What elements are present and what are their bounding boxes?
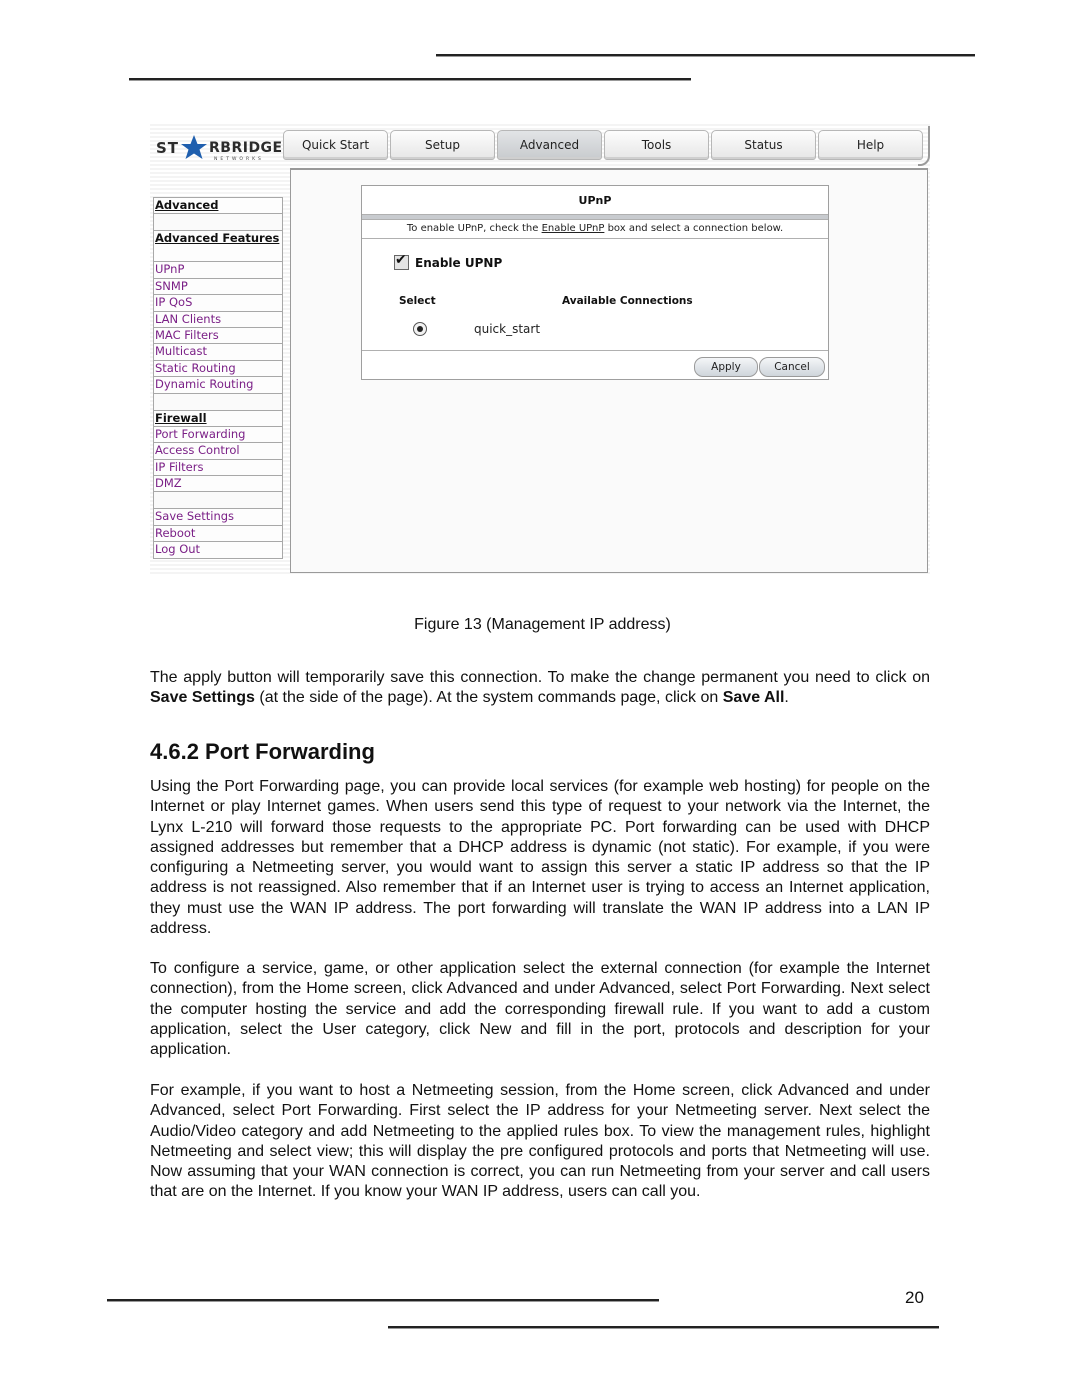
sidebar-item-access-control[interactable]: Access Control bbox=[153, 442, 283, 459]
bold-save-settings: Save Settings bbox=[150, 689, 255, 707]
sidebar-nav: Advanced Advanced Features UPnP SNMP IP … bbox=[153, 197, 283, 559]
svg-text:ST: ST bbox=[156, 139, 179, 157]
sidebar-item-ip-qos[interactable]: IP QoS bbox=[153, 294, 283, 311]
content-frame: UPnP To enable UPnP, check the Enable UP… bbox=[290, 168, 928, 573]
tab-setup[interactable]: Setup bbox=[390, 130, 495, 160]
section-heading: 4.6.2 Port Forwarding bbox=[150, 739, 375, 764]
footer-rule-top bbox=[107, 1299, 659, 1302]
cancel-button[interactable]: Cancel bbox=[759, 357, 825, 377]
enable-upnp-label: Enable UPNP bbox=[415, 255, 503, 270]
sidebar-item-lan-clients[interactable]: LAN Clients bbox=[153, 310, 283, 327]
sidebar-spacer bbox=[153, 392, 283, 410]
sidebar-heading-advanced[interactable]: Advanced bbox=[153, 197, 283, 214]
tab-advanced[interactable]: Advanced bbox=[497, 130, 602, 160]
router-ui-figure: ST RBRIDGE NETWORKS Quick Start Setup Ad… bbox=[150, 124, 930, 574]
sidebar-spacer bbox=[153, 213, 283, 231]
main-nav-tabs: Quick Start Setup Advanced Tools Status … bbox=[283, 130, 923, 160]
text-run: . bbox=[784, 689, 789, 707]
panel-footer: Apply Cancel bbox=[362, 350, 828, 379]
connection-radio[interactable] bbox=[413, 322, 427, 336]
paragraph-apply-note: The apply button will temporarily save t… bbox=[150, 668, 930, 709]
upnp-panel: UPnP To enable UPnP, check the Enable UP… bbox=[361, 185, 829, 380]
sidebar-item-dmz[interactable]: DMZ bbox=[153, 475, 283, 492]
tab-help[interactable]: Help bbox=[818, 130, 923, 160]
connection-name: quick_start bbox=[474, 322, 541, 336]
column-header-available-connections: Available Connections bbox=[562, 295, 693, 307]
sidebar-item-snmp[interactable]: SNMP bbox=[153, 277, 283, 295]
sidebar-item-reboot[interactable]: Reboot bbox=[153, 524, 283, 542]
page-number: 20 bbox=[905, 1288, 924, 1307]
sidebar-item-log-out[interactable]: Log Out bbox=[153, 541, 283, 559]
sidebar-heading-advanced-features[interactable]: Advanced Features bbox=[153, 230, 283, 262]
text-run: The apply button will temporarily save t… bbox=[150, 669, 930, 686]
panel-hint: To enable UPnP, check the Enable UPnP bo… bbox=[362, 220, 828, 239]
bold-save-all: Save All bbox=[722, 689, 785, 707]
sidebar-item-upnp[interactable]: UPnP bbox=[153, 261, 283, 278]
paragraph-port-forwarding-intro: Using the Port Forwarding page, you can … bbox=[150, 778, 930, 938]
column-header-select: Select bbox=[399, 295, 436, 307]
sidebar-item-port-forwarding[interactable]: Port Forwarding bbox=[153, 425, 283, 443]
svg-text:NETWORKS: NETWORKS bbox=[214, 156, 264, 162]
enable-upnp-link[interactable]: Enable UPnP bbox=[542, 223, 605, 234]
header-rule-top bbox=[436, 54, 975, 57]
enable-upnp-row: Enable UPNP bbox=[394, 252, 503, 270]
hint-text-before: To enable UPnP, check the bbox=[406, 223, 542, 234]
hint-text-after: box and select a connection below. bbox=[604, 223, 784, 234]
sidebar-item-multicast[interactable]: Multicast bbox=[153, 343, 283, 360]
sidebar-item-dynamic-routing[interactable]: Dynamic Routing bbox=[153, 376, 283, 393]
tab-quick-start[interactable]: Quick Start bbox=[283, 130, 388, 160]
header-rule-bottom bbox=[129, 78, 691, 81]
sidebar-item-ip-filters[interactable]: IP Filters bbox=[153, 458, 283, 476]
footer-rule-bottom bbox=[388, 1326, 939, 1329]
paragraph-configure-service: To configure a service, game, or other a… bbox=[150, 960, 930, 1059]
starbridge-logo: ST RBRIDGE NETWORKS bbox=[154, 132, 282, 162]
panel-title: UPnP bbox=[362, 186, 828, 215]
tab-tools[interactable]: Tools bbox=[604, 130, 709, 160]
sidebar-heading-firewall[interactable]: Firewall bbox=[153, 409, 283, 426]
apply-button[interactable]: Apply bbox=[694, 357, 758, 377]
tabs-frame-corner bbox=[918, 126, 930, 166]
enable-upnp-checkbox[interactable] bbox=[394, 252, 409, 270]
paragraph-netmeeting-example: For example, if you want to host a Netme… bbox=[150, 1082, 930, 1201]
sidebar-spacer bbox=[153, 491, 283, 509]
sidebar-item-static-routing[interactable]: Static Routing bbox=[153, 359, 283, 377]
tab-status[interactable]: Status bbox=[711, 130, 816, 160]
figure-caption: Figure 13 (Management IP address) bbox=[414, 616, 671, 633]
sidebar-item-save-settings[interactable]: Save Settings bbox=[153, 508, 283, 525]
text-run: (at the side of the page). At the system… bbox=[254, 689, 723, 707]
svg-text:RBRIDGE: RBRIDGE bbox=[209, 140, 282, 156]
sidebar-item-mac-filters[interactable]: MAC Filters bbox=[153, 326, 283, 344]
